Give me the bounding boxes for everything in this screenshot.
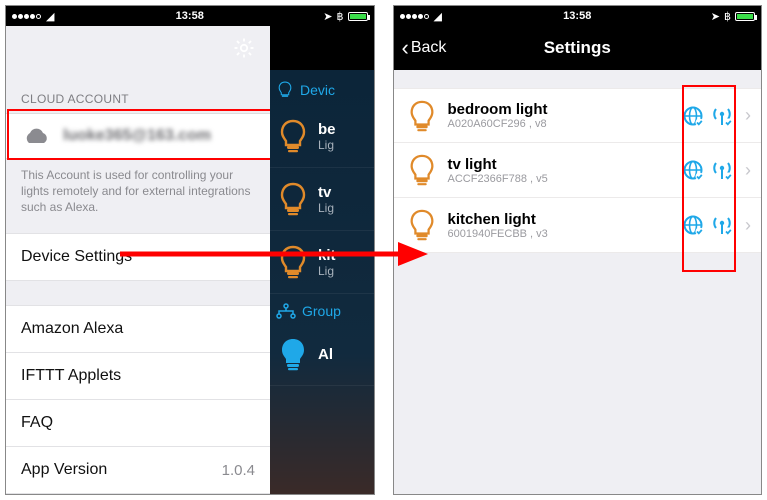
cloud-status-icon <box>682 105 704 127</box>
nav-bar: ‹ Back Settings <box>394 26 762 70</box>
section-label: Devic <box>300 82 335 98</box>
device-row[interactable]: beLig <box>270 105 374 168</box>
device-id: ACCF2366F788 , v5 <box>448 173 673 185</box>
device-name: tv <box>318 184 334 201</box>
cloud-account-header: CLOUD ACCOUNT <box>6 70 270 113</box>
device-name: tv light <box>448 156 673 173</box>
device-name: kit <box>318 247 336 264</box>
device-row[interactable]: kitLig <box>270 231 374 294</box>
settings-drawer: CLOUD ACCOUNT luoke365@163.com This Acco… <box>6 26 270 494</box>
wifi-status-icon <box>711 214 733 236</box>
bulb-icon <box>406 207 438 243</box>
cloud-status-icon <box>682 159 704 181</box>
main-app-behind: Devic beLig tvLig kitLig Group <box>270 26 374 494</box>
menu-label: FAQ <box>21 414 53 432</box>
device-sub: Lig <box>318 264 336 278</box>
battery-icon <box>348 12 368 21</box>
section-label: Group <box>302 303 341 319</box>
nav-title: Settings <box>544 38 611 58</box>
device-settings-row[interactable]: bedroom light A020A60CF296 , v8 › <box>394 88 762 143</box>
devices-section-head: Devic <box>270 70 374 105</box>
groups-section-head: Group <box>270 294 374 323</box>
menu-ifttt[interactable]: IFTTT Applets <box>6 353 270 400</box>
device-settings-row[interactable]: kitchen light 6001940FECBB , v3 › <box>394 198 762 253</box>
device-row[interactable]: tvLig <box>270 168 374 231</box>
back-button[interactable]: ‹ Back <box>402 35 447 61</box>
phone-left: ◢ 13:58 ➤ ฿ CLOUD ACCOUNT luoke365@163.c… <box>5 5 375 495</box>
bulb-icon <box>406 152 438 188</box>
device-id: A020A60CF296 , v8 <box>448 118 673 130</box>
group-row[interactable]: Al <box>270 323 374 386</box>
status-time: 13:58 <box>394 10 762 22</box>
settings-list: bedroom light A020A60CF296 , v8 › tv lig… <box>394 70 762 494</box>
app-version-value: 1.0.4 <box>222 462 255 479</box>
account-email: luoke365@163.com <box>63 127 211 145</box>
menu-label: IFTTT Applets <box>21 367 121 385</box>
battery-icon <box>735 12 755 21</box>
menu-label: Device Settings <box>21 248 132 266</box>
menu-label: Amazon Alexa <box>21 320 123 338</box>
account-description: This Account is used for controlling you… <box>6 159 270 234</box>
cloud-account-row[interactable]: luoke365@163.com <box>6 113 270 159</box>
phone-right: ◢ 13:58 ➤ ฿ ‹ Back Settings bedroom ligh… <box>393 5 763 495</box>
chevron-right-icon: › <box>743 105 753 126</box>
menu-amazon-alexa[interactable]: Amazon Alexa <box>6 305 270 353</box>
device-name: kitchen light <box>448 211 673 228</box>
device-name: bedroom light <box>448 101 673 118</box>
chevron-right-icon: › <box>743 215 753 236</box>
wifi-status-icon <box>711 159 733 181</box>
device-id: 6001940FECBB , v3 <box>448 228 673 240</box>
device-settings-row[interactable]: tv light ACCF2366F788 , v5 › <box>394 143 762 198</box>
status-bar: ◢ 13:58 ➤ ฿ <box>6 6 374 26</box>
chevron-left-icon: ‹ <box>402 35 409 61</box>
cloud-icon <box>21 126 51 146</box>
menu-app-version: App Version 1.0.4 <box>6 447 270 494</box>
bulb-icon <box>406 98 438 134</box>
group-name: Al <box>318 346 333 363</box>
gear-icon[interactable] <box>232 36 256 60</box>
device-sub: Lig <box>318 138 336 152</box>
cloud-status-icon <box>682 214 704 236</box>
menu-device-settings[interactable]: Device Settings <box>6 233 270 281</box>
menu-label: App Version <box>21 461 107 479</box>
chevron-right-icon: › <box>743 160 753 181</box>
device-name: be <box>318 121 336 138</box>
device-sub: Lig <box>318 201 334 215</box>
status-time: 13:58 <box>6 10 374 22</box>
wifi-status-icon <box>711 105 733 127</box>
status-bar: ◢ 13:58 ➤ ฿ <box>394 6 762 26</box>
back-label: Back <box>411 39 447 57</box>
menu-faq[interactable]: FAQ <box>6 400 270 447</box>
